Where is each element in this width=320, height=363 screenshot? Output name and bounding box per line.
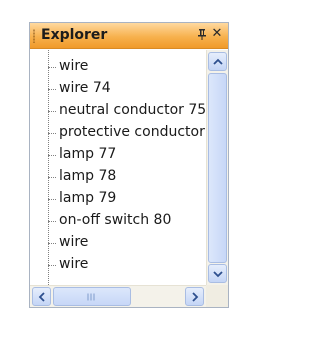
- tree-branch-line: [48, 155, 56, 156]
- tree-branch-line: [48, 111, 56, 112]
- scrollbar-corner: [206, 285, 228, 307]
- tree-item-label: neutral conductor 75: [59, 102, 206, 118]
- tree-branch-line: [48, 177, 56, 178]
- vertical-scrollbar[interactable]: [206, 50, 228, 285]
- tree-item-label: wire: [59, 234, 89, 250]
- tree-branch-line: [48, 243, 56, 244]
- arrow-left-icon[interactable]: [32, 287, 51, 306]
- tree-item-label: lamp 77: [59, 146, 117, 162]
- horizontal-scrollbar[interactable]: [30, 285, 206, 307]
- tree-branch-line: [48, 89, 56, 90]
- horizontal-scroll-thumb[interactable]: [53, 287, 131, 306]
- arrow-right-icon[interactable]: [185, 287, 204, 306]
- tree-branch-line: [48, 265, 56, 266]
- tree-branch-line: [48, 133, 56, 134]
- arrow-up-icon[interactable]: [208, 52, 227, 71]
- explorer-content: wire wire 74 neutral conductor 75 protec…: [30, 50, 228, 307]
- tree-item-label: lamp 79: [59, 190, 117, 206]
- grip-icon[interactable]: [33, 29, 35, 43]
- tree-item-label: lamp 78: [59, 168, 117, 184]
- tree-branch-line: [48, 221, 56, 222]
- tree-item-label: on-off switch 80: [59, 212, 172, 228]
- tree-item-label: wire: [59, 256, 89, 272]
- tree-item-label: protective conductor: [59, 124, 205, 140]
- pin-icon[interactable]: [196, 28, 208, 42]
- arrow-down-icon[interactable]: [208, 264, 227, 283]
- close-icon[interactable]: ✕: [211, 27, 223, 41]
- panel-title: Explorer: [41, 27, 108, 43]
- tree-item-label: wire 74: [59, 80, 111, 96]
- explorer-panel: Explorer ✕ wire wire 74 neutral conducto…: [29, 22, 229, 308]
- vertical-scroll-thumb[interactable]: [208, 73, 227, 263]
- tree-item-label: wire: [59, 58, 89, 74]
- tree-branch-line: [48, 199, 56, 200]
- scroll-grip-icon: [87, 293, 95, 300]
- tree-branch-line: [48, 67, 56, 68]
- explorer-titlebar[interactable]: Explorer ✕: [30, 23, 228, 49]
- tree-connector-line: [48, 50, 49, 285]
- tree-view[interactable]: wire wire 74 neutral conductor 75 protec…: [30, 50, 206, 285]
